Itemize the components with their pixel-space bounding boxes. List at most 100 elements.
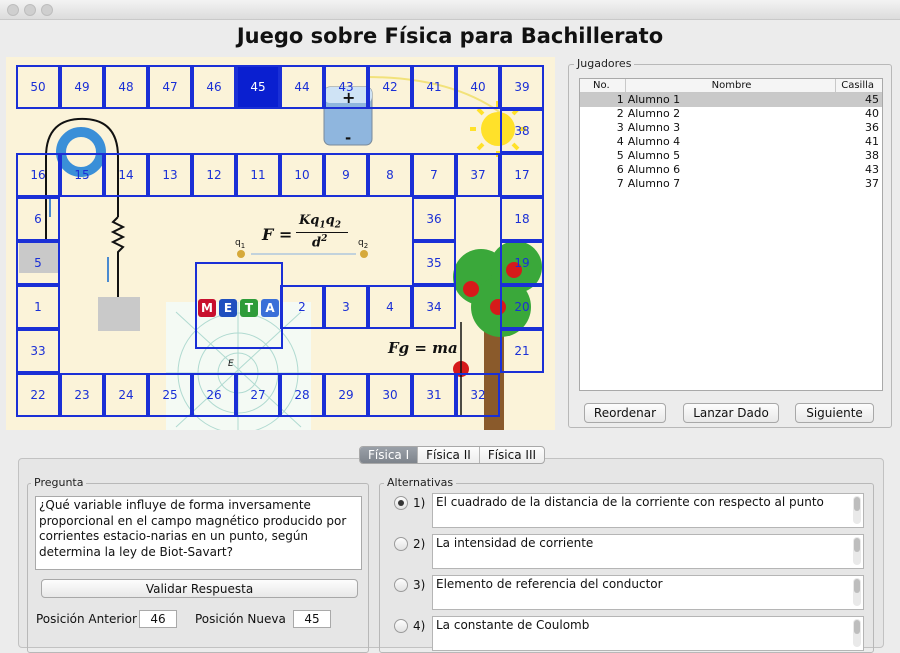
alternative-number: 3) xyxy=(413,578,426,592)
zoom-window-button[interactable] xyxy=(41,4,53,16)
validate-answer-button[interactable]: Validar Respuesta xyxy=(41,579,358,598)
alternative-radio[interactable] xyxy=(394,537,408,551)
board-cell: 13 xyxy=(148,153,192,197)
alternative-scrollbar[interactable] xyxy=(853,619,861,647)
board-cell: 33 xyxy=(16,329,60,373)
alternative-scrollbar[interactable] xyxy=(853,537,861,565)
question-legend: Pregunta xyxy=(31,476,87,489)
board-cell: 14 xyxy=(104,153,148,197)
alternative-number: 2) xyxy=(413,537,426,551)
board-cell: 18 xyxy=(500,197,544,241)
board-cell: 30 xyxy=(368,373,412,417)
player-cell: 37 xyxy=(864,177,879,190)
board-cell: 3 xyxy=(324,285,368,329)
table-row[interactable]: 2 Alumno 2 40 xyxy=(580,107,882,121)
alternative-text: Elemento de referencia del conductor xyxy=(436,577,663,591)
table-row[interactable]: 7 Alumno 7 37 xyxy=(580,177,882,191)
board-cell: 46 xyxy=(192,65,236,109)
board-cell: 12 xyxy=(192,153,236,197)
board-cell: 8 xyxy=(368,153,412,197)
board-cell: 40 xyxy=(456,65,500,109)
battery-plus-label: + xyxy=(342,88,356,107)
close-window-button[interactable] xyxy=(7,4,19,16)
roll-dice-button[interactable]: Lanzar Dado xyxy=(683,403,779,423)
board-cell: 31 xyxy=(412,373,456,417)
alternative-text: La constante de Coulomb xyxy=(436,618,590,632)
alternative-text-box[interactable]: Elemento de referencia del conductor xyxy=(432,575,864,610)
player-name: Alumno 7 xyxy=(627,177,681,190)
new-position-label: Posición Nueva xyxy=(195,612,286,626)
player-number: 3 xyxy=(616,121,624,134)
minimize-window-button[interactable] xyxy=(24,4,36,16)
board-cell: 28 xyxy=(280,373,324,417)
previous-position-label: Posición Anterior xyxy=(36,612,137,626)
column-header-no[interactable]: No. xyxy=(580,79,626,92)
charge-q2-label: q2 xyxy=(358,238,369,250)
table-row[interactable]: 1 Alumno 1 45 xyxy=(580,93,882,107)
player-number: 7 xyxy=(616,177,624,190)
board-cell: 1 xyxy=(16,285,60,329)
board-cell: 38 xyxy=(500,109,544,153)
board-cell: 7 xyxy=(412,153,456,197)
table-row[interactable]: 3 Alumno 3 36 xyxy=(580,121,882,135)
player-number: 4 xyxy=(616,135,624,148)
new-position-field: 45 xyxy=(293,610,331,628)
alternative-radio[interactable] xyxy=(394,578,408,592)
question-text: ¿Qué variable influye de forma inversame… xyxy=(35,496,362,570)
alternative-number: 4) xyxy=(413,619,426,633)
board-cell: 11 xyxy=(236,153,280,197)
board-cell: 20 xyxy=(500,285,544,329)
alternative-text: La intensidad de corriente xyxy=(436,536,594,550)
board-cell: 29 xyxy=(324,373,368,417)
board-cell: 42 xyxy=(368,65,412,109)
player-name: Alumno 1 xyxy=(627,93,681,106)
board-cell: 36 xyxy=(412,197,456,241)
tab-fisica-3[interactable]: Física III xyxy=(480,447,544,463)
player-cell: 45 xyxy=(864,93,879,106)
player-name: Alumno 5 xyxy=(627,149,681,162)
player-number: 5 xyxy=(616,149,624,162)
column-header-cell[interactable]: Casilla xyxy=(836,79,882,92)
coulomb-formula-denominator: d2 xyxy=(312,234,328,251)
column-header-name[interactable]: Nombre xyxy=(626,79,837,92)
board-cell: 27 xyxy=(236,373,280,417)
tab-fisica-1[interactable]: Física I xyxy=(360,447,419,463)
alternative-radio[interactable] xyxy=(394,496,408,510)
alternative-text-box[interactable]: La constante de Coulomb xyxy=(432,616,864,651)
players-table-header: No. Nombre Casilla xyxy=(580,79,882,93)
player-cell: 40 xyxy=(864,107,879,120)
board-cell: 19 xyxy=(500,241,544,285)
alternative-text: El cuadrado de la distancia de la corrie… xyxy=(436,495,824,509)
alternative-text-box[interactable]: La intensidad de corriente xyxy=(432,534,864,569)
table-row[interactable]: 4 Alumno 4 41 xyxy=(580,135,882,149)
board-cell: 24 xyxy=(104,373,148,417)
table-row[interactable]: 6 Alumno 6 43 xyxy=(580,163,882,177)
board-cell: 41 xyxy=(412,65,456,109)
players-table: No. Nombre Casilla 1 Alumno 1 45 2 Alumno 2 4… xyxy=(579,78,883,391)
coulomb-formula-numerator: Kq1q2 xyxy=(299,213,342,231)
alternative-scrollbar[interactable] xyxy=(853,578,861,606)
fraction-bar xyxy=(296,232,348,233)
board-cell: 17 xyxy=(500,153,544,197)
player-cell: 36 xyxy=(864,121,879,134)
app-title: Juego sobre Física para Bachillerato xyxy=(236,24,664,48)
board-cell: 45 xyxy=(236,65,280,109)
reorder-button[interactable]: Reordenar xyxy=(584,403,666,423)
board-cell: 26 xyxy=(192,373,236,417)
battery-minus-label: - xyxy=(345,129,352,147)
tab-fisica-2[interactable]: Física II xyxy=(418,447,480,463)
field-label: E xyxy=(228,359,234,369)
player-cell: 41 xyxy=(864,135,879,148)
alternative-radio[interactable] xyxy=(394,619,408,633)
players-legend: Jugadores xyxy=(574,57,635,70)
table-row[interactable]: 5 Alumno 5 38 xyxy=(580,149,882,163)
board-cell: 15 xyxy=(60,153,104,197)
next-button[interactable]: Siguiente xyxy=(795,403,874,423)
board-cell: 23 xyxy=(60,373,104,417)
board-cell: 35 xyxy=(412,241,456,285)
alternative-text-box[interactable]: El cuadrado de la distancia de la corrie… xyxy=(432,493,864,528)
board-cell: 47 xyxy=(148,65,192,109)
players-table-body: 1 Alumno 1 45 2 Alumno 2 40 3 Alumno 3 36 4 Alumno… xyxy=(580,93,882,191)
player-name: Alumno 2 xyxy=(627,107,681,120)
alternative-scrollbar[interactable] xyxy=(853,496,861,524)
